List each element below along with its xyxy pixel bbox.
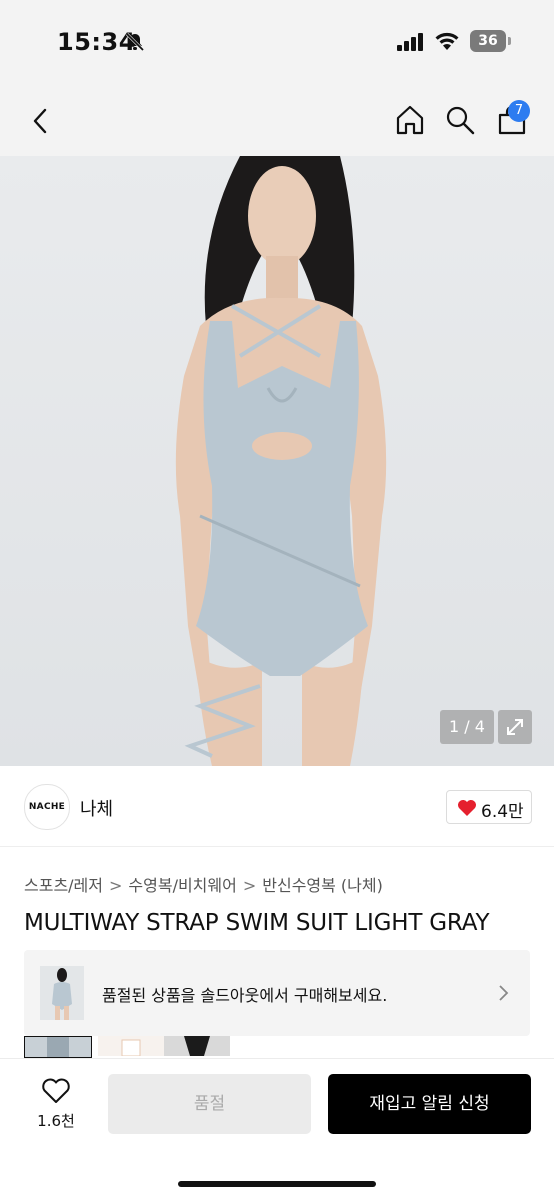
- soldout-banner-text: 품절된 상품을 솔드아웃에서 구매해보세요.: [102, 986, 388, 1005]
- heart-filled-icon: [458, 800, 476, 816]
- product-image[interactable]: [0, 156, 554, 766]
- brand-logo-text: NACHE: [28, 802, 66, 812]
- breadcrumb-separator: >: [242, 876, 257, 895]
- home-indicator[interactable]: [178, 1181, 376, 1187]
- battery-icon: 36: [470, 30, 506, 52]
- banner-product-thumbnail: [40, 966, 84, 1020]
- color-thumbnail-white[interactable]: [98, 1036, 164, 1056]
- signal-icon: [397, 33, 423, 51]
- expand-button[interactable]: [498, 710, 532, 744]
- wish-count: 1.6천: [37, 1112, 75, 1130]
- restock-alert-button[interactable]: 재입고 알림 신청: [328, 1074, 531, 1134]
- battery-cap: [508, 37, 511, 45]
- breadcrumb-item[interactable]: 수영복/비치웨어: [128, 876, 236, 895]
- section-divider: [0, 846, 554, 847]
- brand-like-count: 6.4만: [481, 802, 524, 822]
- expand-icon: [507, 719, 523, 735]
- breadcrumb-item[interactable]: 반신수영복 (나체): [262, 876, 383, 895]
- image-pager: 1 / 4: [440, 710, 494, 744]
- color-thumbnail-black[interactable]: [164, 1036, 230, 1056]
- back-arrow-icon[interactable]: [28, 106, 54, 136]
- brand-name[interactable]: 나체: [80, 795, 113, 821]
- chevron-right-icon: [499, 985, 509, 1001]
- battery-level: 36: [478, 33, 498, 49]
- home-icon[interactable]: [394, 104, 426, 136]
- heart-outline-icon: [42, 1078, 70, 1103]
- model-photo: [0, 156, 554, 766]
- soldout-button: 품절: [108, 1074, 311, 1134]
- wish-button[interactable]: 1.6천: [26, 1074, 86, 1134]
- brand-like-button[interactable]: 6.4만: [446, 790, 532, 824]
- search-icon[interactable]: [444, 104, 476, 136]
- breadcrumb-item[interactable]: 스포츠/레저: [24, 876, 103, 895]
- product-title: MULTIWAY STRAP SWIM SUIT LIGHT GRAY: [24, 910, 490, 936]
- cart-count-badge: 7: [508, 100, 530, 122]
- color-thumbnail-gray[interactable]: [24, 1036, 92, 1058]
- soldout-banner[interactable]: 품절된 상품을 솔드아웃에서 구매해보세요.: [24, 950, 530, 1036]
- breadcrumb-separator: >: [109, 876, 123, 895]
- status-bar: 15:34 36: [0, 0, 554, 80]
- bell-muted-icon: [125, 32, 145, 52]
- breadcrumb: 스포츠/레저 > 수영복/비치웨어 > 반신수영복 (나체): [24, 872, 383, 896]
- wifi-icon: [435, 32, 459, 50]
- brand-logo[interactable]: NACHE: [24, 784, 70, 830]
